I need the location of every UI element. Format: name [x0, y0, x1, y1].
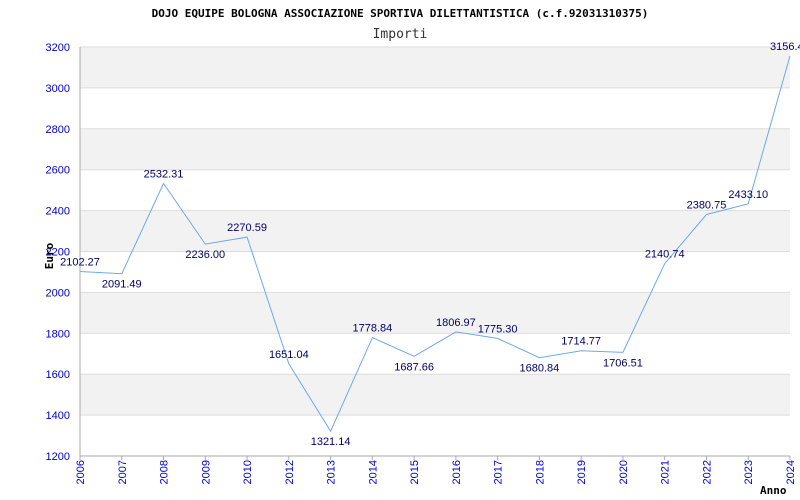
plot-band — [80, 128, 790, 170]
x-tick-label: 2007 — [117, 460, 129, 484]
data-label: 2532.31 — [144, 169, 184, 181]
x-tick-label: 2020 — [618, 460, 630, 484]
y-tick-label: 3000 — [46, 83, 70, 95]
data-label: 2140.74 — [645, 249, 685, 261]
x-tick-label: 2022 — [701, 460, 713, 484]
plot-band — [80, 333, 790, 375]
y-tick-label: 2600 — [46, 165, 70, 177]
data-label: 1706.51 — [603, 357, 643, 369]
data-label: 2270.59 — [227, 222, 267, 234]
x-tick-label: 2017 — [493, 460, 505, 484]
data-label: 2102.27 — [60, 256, 100, 268]
chart-subtitle: Importi — [373, 27, 428, 42]
y-tick-label: 1200 — [46, 451, 70, 463]
x-tick-label: 2024 — [785, 460, 797, 484]
x-tick-label: 2008 — [159, 460, 171, 484]
data-label: 2433.10 — [728, 189, 768, 201]
data-label: 1775.30 — [478, 323, 518, 335]
plot-band — [80, 47, 790, 88]
chart-title: DOJO EQUIPE BOLOGNA ASSOCIAZIONE SPORTIV… — [152, 7, 649, 20]
x-axis-label: Anno — [760, 484, 787, 497]
plot-band — [80, 374, 790, 416]
plot-band — [80, 415, 790, 456]
data-label: 1680.84 — [520, 363, 560, 375]
data-label: 1778.84 — [352, 323, 392, 335]
data-label: 3156.4 — [770, 41, 800, 53]
x-tick-label: 2016 — [451, 460, 463, 484]
line-chart: DOJO EQUIPE BOLOGNA ASSOCIAZIONE SPORTIV… — [43, 7, 800, 497]
data-label: 2236.00 — [185, 249, 225, 261]
x-tick-labels: 2006 2007 2008 2009 2010 2012 2013 2014 2015 2016… — [75, 460, 797, 484]
data-label: 1321.14 — [311, 436, 351, 448]
plot-band — [80, 169, 790, 211]
x-tick-label: 2015 — [409, 460, 421, 484]
x-tick-label: 2018 — [534, 460, 546, 484]
y-tick-label: 1600 — [46, 369, 70, 381]
x-tick-label: 2014 — [367, 460, 379, 484]
y-tick-label: 2800 — [46, 124, 70, 136]
y-tick-label: 2400 — [46, 206, 70, 218]
data-label: 2380.75 — [687, 200, 727, 212]
y-axis-label: Euro — [43, 242, 56, 269]
x-tick-label: 2013 — [326, 460, 338, 484]
plot-band — [80, 87, 790, 129]
y-tick-label: 1800 — [46, 328, 70, 340]
y-tick-label: 1400 — [46, 410, 70, 422]
y-tick-label: 3200 — [46, 42, 70, 54]
x-tick-label: 2010 — [242, 460, 254, 484]
x-tick-label: 2009 — [200, 460, 212, 484]
data-label: 1806.97 — [436, 317, 476, 329]
data-label: 1651.04 — [269, 349, 309, 361]
data-label: 2091.49 — [102, 279, 142, 291]
data-label: 1687.66 — [394, 361, 434, 373]
x-tick-label: 2006 — [75, 460, 87, 484]
x-tick-label: 2019 — [576, 460, 588, 484]
x-tick-label: 2023 — [743, 460, 755, 484]
data-label: 1714.77 — [561, 336, 601, 348]
x-tick-label: 2021 — [660, 460, 672, 484]
x-tick-label: 2012 — [284, 460, 296, 484]
y-tick-label: 2000 — [46, 287, 70, 299]
